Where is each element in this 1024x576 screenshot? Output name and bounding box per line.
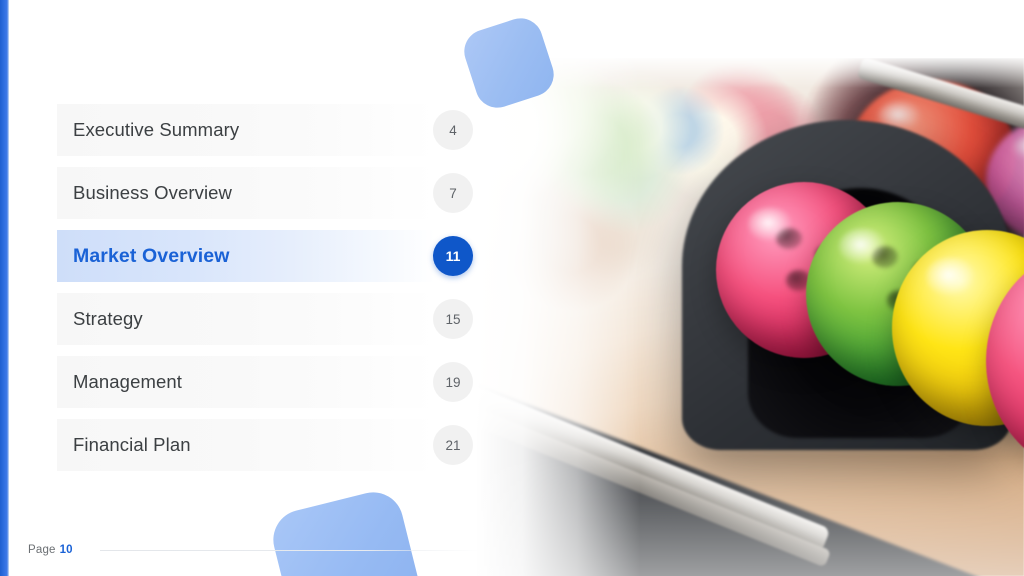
toc-item-label: Management — [73, 371, 182, 392]
toc-item-label: Business Overview — [73, 182, 233, 203]
toc-item-label: Financial Plan — [73, 434, 191, 455]
bowling-photo-panel — [430, 58, 1024, 576]
toc-item-label: Market Overview — [73, 244, 230, 267]
toc-item-label: Strategy — [73, 308, 143, 329]
decorative-square-bottom — [266, 485, 428, 576]
left-accent-bar — [0, 0, 9, 576]
toc-item-executive-summary[interactable]: Executive Summary 4 — [57, 104, 473, 156]
toc-page-badge: 7 — [433, 173, 473, 213]
toc-item-strategy[interactable]: Strategy 15 — [57, 293, 473, 345]
page-label: Page — [28, 544, 56, 556]
table-of-contents: Executive Summary 4 Business Overview 7 … — [57, 104, 473, 482]
slide-canvas: Executive Summary 4 Business Overview 7 … — [0, 0, 1024, 576]
toc-item-label: Executive Summary — [73, 119, 240, 140]
toc-page-badge: 4 — [433, 110, 473, 150]
page-number: 10 — [59, 544, 73, 556]
toc-item-financial-plan[interactable]: Financial Plan 21 — [57, 419, 473, 471]
toc-page-badge: 15 — [433, 299, 473, 339]
photo-fade-bottom — [430, 456, 1024, 576]
toc-item-market-overview[interactable]: Market Overview 11 — [57, 230, 473, 282]
toc-page-badge: 21 — [433, 425, 473, 465]
toc-page-badge: 19 — [433, 362, 473, 402]
toc-item-management[interactable]: Management 19 — [57, 356, 473, 408]
toc-item-business-overview[interactable]: Business Overview 7 — [57, 167, 473, 219]
slide-footer: Page 10 — [28, 544, 480, 556]
footer-divider — [100, 549, 480, 551]
toc-page-badge-active: 11 — [433, 236, 473, 276]
